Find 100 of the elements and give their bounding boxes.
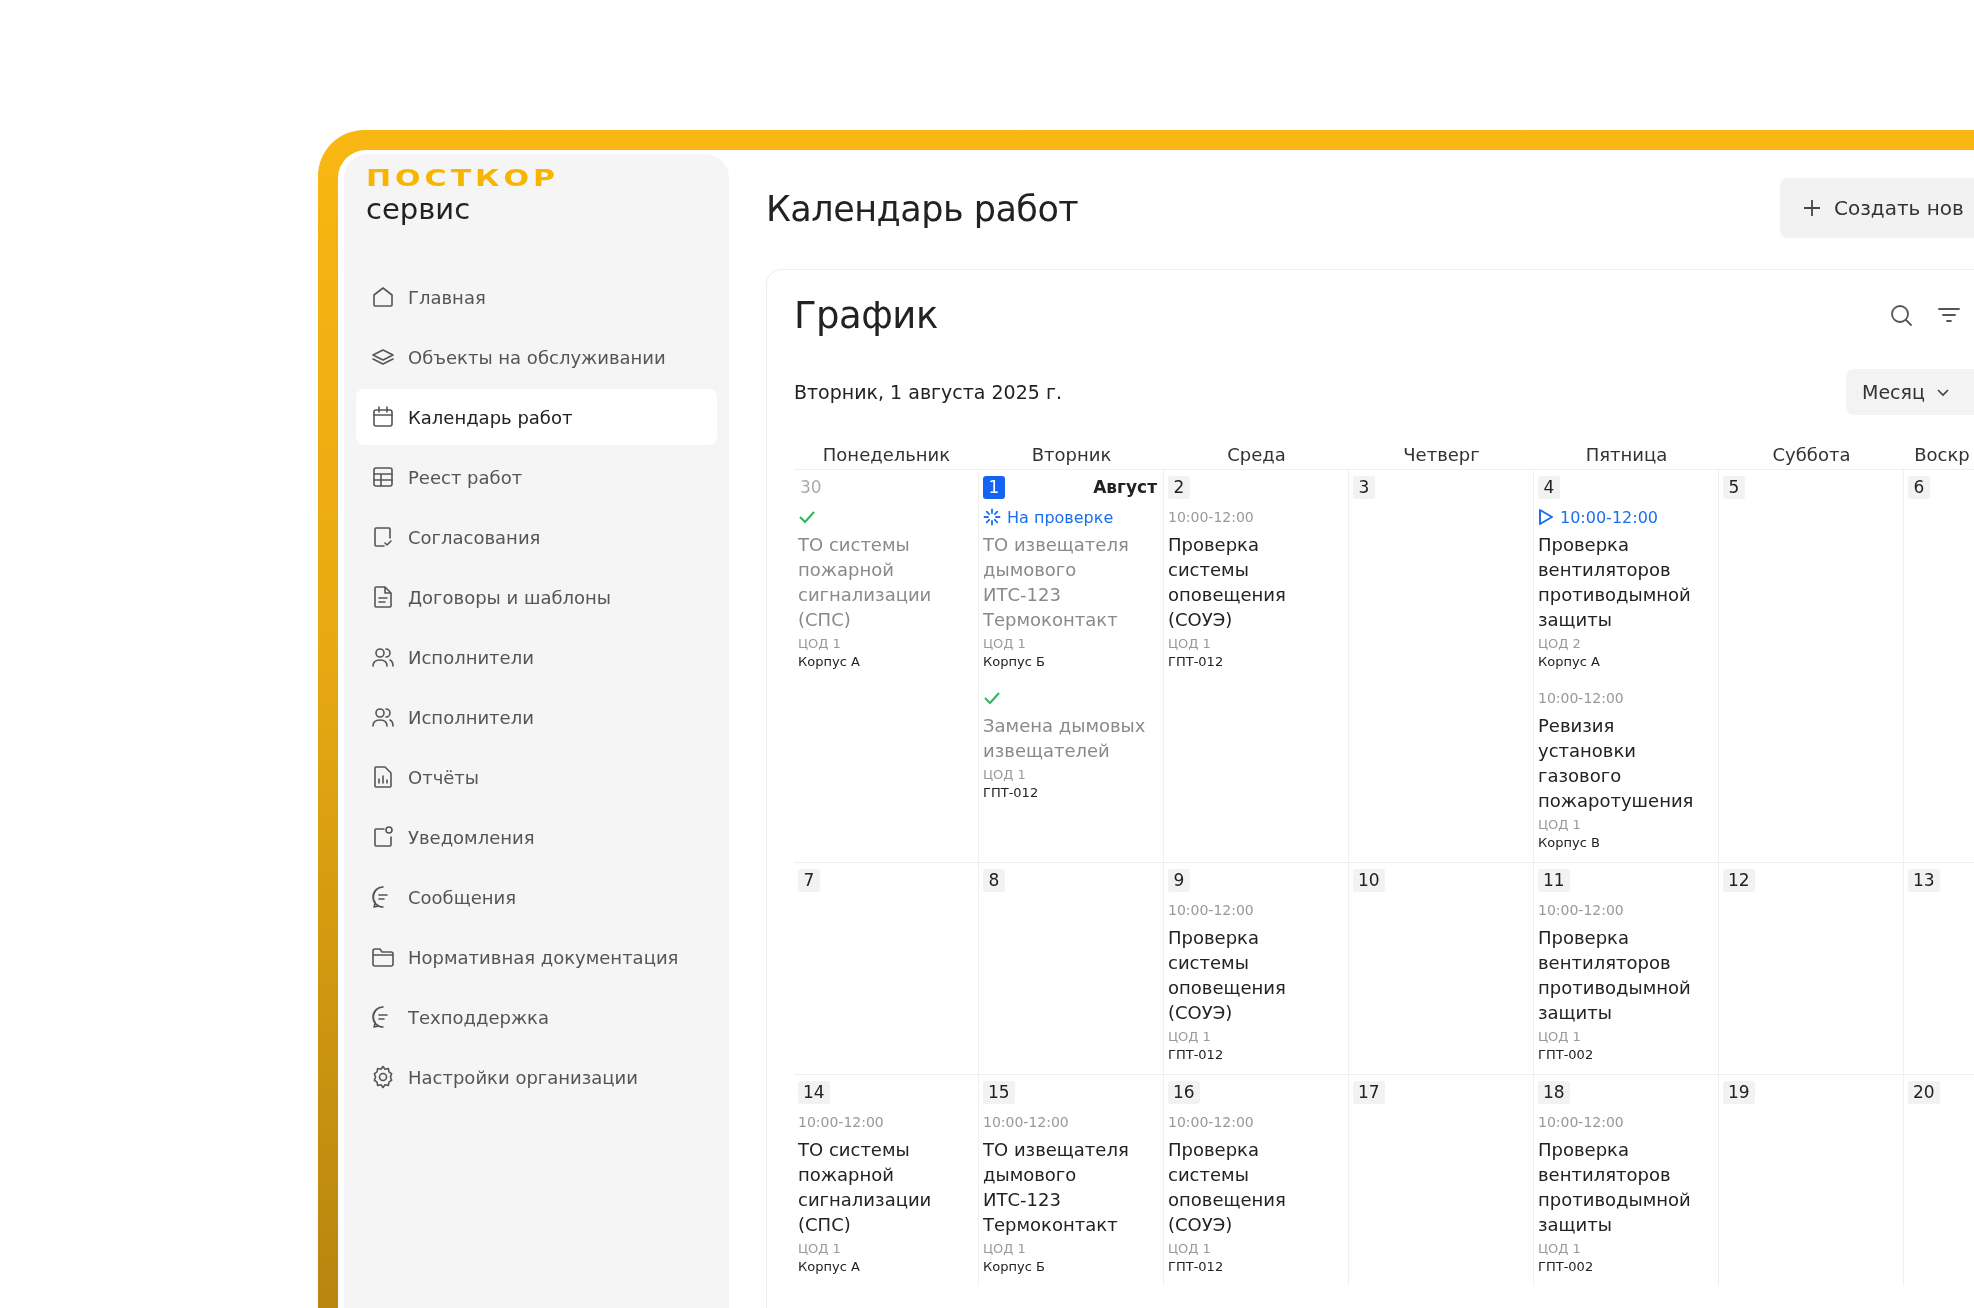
loading-icon xyxy=(983,508,1001,526)
sidebar-item[interactable]: Согласования xyxy=(356,509,717,565)
day-number: 20 xyxy=(1908,1080,1940,1104)
day-number: 8 xyxy=(983,868,1005,892)
sidebar-item[interactable]: Сообщения xyxy=(356,869,717,925)
sidebar-item[interactable]: Настройки организации xyxy=(356,1049,717,1105)
table-icon xyxy=(370,464,396,490)
event-title: Ревизия установки газового пожаротушения xyxy=(1538,714,1695,813)
event-site: ЦОД 1 xyxy=(798,1241,841,1256)
status-label: На проверке xyxy=(1007,507,1114,527)
event-title: Проверка вентиляторов противодымной защиты xyxy=(1538,533,1692,632)
sidebar-item[interactable]: Реест работ xyxy=(356,449,717,505)
event-object: ГПТ-002 xyxy=(1538,1047,1594,1062)
sidebar-item[interactable]: Объекты на обслуживании xyxy=(356,329,717,385)
day-number: 5 xyxy=(1723,475,1745,499)
sidebar-item[interactable]: Техподдержка xyxy=(356,989,717,1045)
day-number: 18 xyxy=(1538,1080,1570,1104)
event-object: Корпус А xyxy=(1538,654,1600,669)
day-number: 17 xyxy=(1353,1080,1385,1104)
day-number: 15 xyxy=(983,1080,1015,1104)
weekday-header: Понедельник xyxy=(822,444,951,465)
day-number: 3 xyxy=(1353,475,1375,499)
sidebar-item[interactable]: Отчёты xyxy=(356,749,717,805)
event-site: ЦОД 1 xyxy=(1168,1241,1211,1256)
view-dropdown[interactable]: Месяц xyxy=(1846,369,1974,415)
event-time: 10:00-12:00 xyxy=(1538,1114,1624,1130)
event-site: ЦОД 1 xyxy=(1538,1241,1581,1256)
weekday-header: Вторник xyxy=(1031,444,1112,465)
calendar-icon xyxy=(370,404,396,430)
brand-logo: ПОСТКОР xyxy=(366,168,560,189)
event-title: Замена дымовых извещателей xyxy=(983,714,1147,763)
search-icon[interactable] xyxy=(1888,302,1914,328)
event-site: ЦОД 1 xyxy=(1538,817,1581,832)
event-title: ТО системы пожарной сигнализации (СПС) xyxy=(798,533,933,632)
weekday-header: Пятница xyxy=(1585,444,1668,465)
check-icon xyxy=(798,510,816,524)
event-object: Корпус Б xyxy=(983,1259,1045,1274)
event-object: ГПТ-012 xyxy=(1168,1047,1224,1062)
current-date: Вторник, 1 августа 2025 г. xyxy=(794,381,1062,403)
month-label: Август xyxy=(1093,477,1157,497)
sidebar-item[interactable]: Исполнители xyxy=(356,629,717,685)
event-title: Проверка системы оповещения (СОУЭ) xyxy=(1168,533,1287,632)
event-object: Корпус Б xyxy=(983,654,1045,669)
event-site: ЦОД 1 xyxy=(1168,636,1211,651)
event-site: ЦОД 1 xyxy=(798,636,841,651)
event-site: ЦОД 1 xyxy=(983,1241,1026,1256)
check-icon xyxy=(983,691,1001,705)
event-time: 10:00-12:00 xyxy=(1538,902,1624,918)
weekday-header: Четверг xyxy=(1403,444,1480,465)
day-number: 7 xyxy=(798,868,820,892)
day-number: 4 xyxy=(1538,475,1560,499)
sidebar-item[interactable]: Договоры и шаблоны xyxy=(356,569,717,625)
event-time: 10:00-12:00 xyxy=(1538,690,1624,706)
event-object: Корпус А xyxy=(798,1259,860,1274)
day-number: 30 xyxy=(799,475,823,499)
sidebar-item[interactable]: Нормативная документация xyxy=(356,929,717,985)
event-title: Проверка системы оповещения (СОУЭ) xyxy=(1168,1138,1287,1237)
day-number: 16 xyxy=(1168,1080,1200,1104)
plus-icon xyxy=(1802,198,1822,218)
event-site: ЦОД 1 xyxy=(1168,1029,1211,1044)
event-time: 10:00-12:00 xyxy=(1560,507,1658,527)
event-object: ГПТ-012 xyxy=(983,785,1039,800)
event-site: ЦОД 2 xyxy=(1538,636,1581,651)
event-title: Проверка системы оповещения (СОУЭ) xyxy=(1168,926,1287,1025)
event-site: ЦОД 1 xyxy=(1538,1029,1581,1044)
event-time: 10:00-12:00 xyxy=(983,1114,1069,1130)
day-number: 13 xyxy=(1908,868,1940,892)
day-number: 6 xyxy=(1908,475,1930,499)
event-title: ТО извещателя дымового ИТС-123 Термоконтакт xyxy=(983,533,1130,632)
day-number: 9 xyxy=(1168,868,1190,892)
day-number: 19 xyxy=(1723,1080,1755,1104)
event-title: ТО системы пожарной сигнализации (СПС) xyxy=(798,1138,933,1237)
play-icon xyxy=(1538,508,1554,526)
weekday-header: Среда xyxy=(1227,444,1286,465)
weekday-header: Суббота xyxy=(1772,444,1851,465)
day-number: 2 xyxy=(1168,475,1190,499)
day-number: 12 xyxy=(1723,868,1755,892)
event-title: Проверка вентиляторов противодымной защиты xyxy=(1538,1138,1692,1237)
sidebar-item[interactable]: Календарь работ xyxy=(356,389,717,445)
event-object: Корпус А xyxy=(798,654,860,669)
event-object: ГПТ-012 xyxy=(1168,1259,1224,1274)
brand-subtitle: сервис xyxy=(366,193,471,225)
sidebar-item[interactable]: Главная xyxy=(356,269,717,325)
sidebar-item[interactable]: Уведомления xyxy=(356,809,717,865)
event-time: 10:00-12:00 xyxy=(1168,509,1254,525)
event-time: 10:00-12:00 xyxy=(1168,1114,1254,1130)
event-time: 10:00-12:00 xyxy=(1168,902,1254,918)
event-time: 10:00-12:00 xyxy=(798,1114,884,1130)
create-button[interactable]: Создать нов xyxy=(1780,178,1974,238)
event-object: ГПТ-002 xyxy=(1538,1259,1594,1274)
schedule-title: График xyxy=(794,293,938,337)
day-number: 10 xyxy=(1353,868,1385,892)
sidebar-item[interactable]: Исполнители xyxy=(356,689,717,745)
event-title: Проверка вентиляторов противодымной защиты xyxy=(1538,926,1692,1025)
event-object: Корпус В xyxy=(1538,835,1600,850)
home-icon xyxy=(370,284,396,310)
day-number: 1 xyxy=(983,475,1005,499)
page-title: Календарь работ xyxy=(766,189,1079,229)
event-object: ГПТ-012 xyxy=(1168,654,1224,669)
event-site: ЦОД 1 xyxy=(983,767,1026,782)
